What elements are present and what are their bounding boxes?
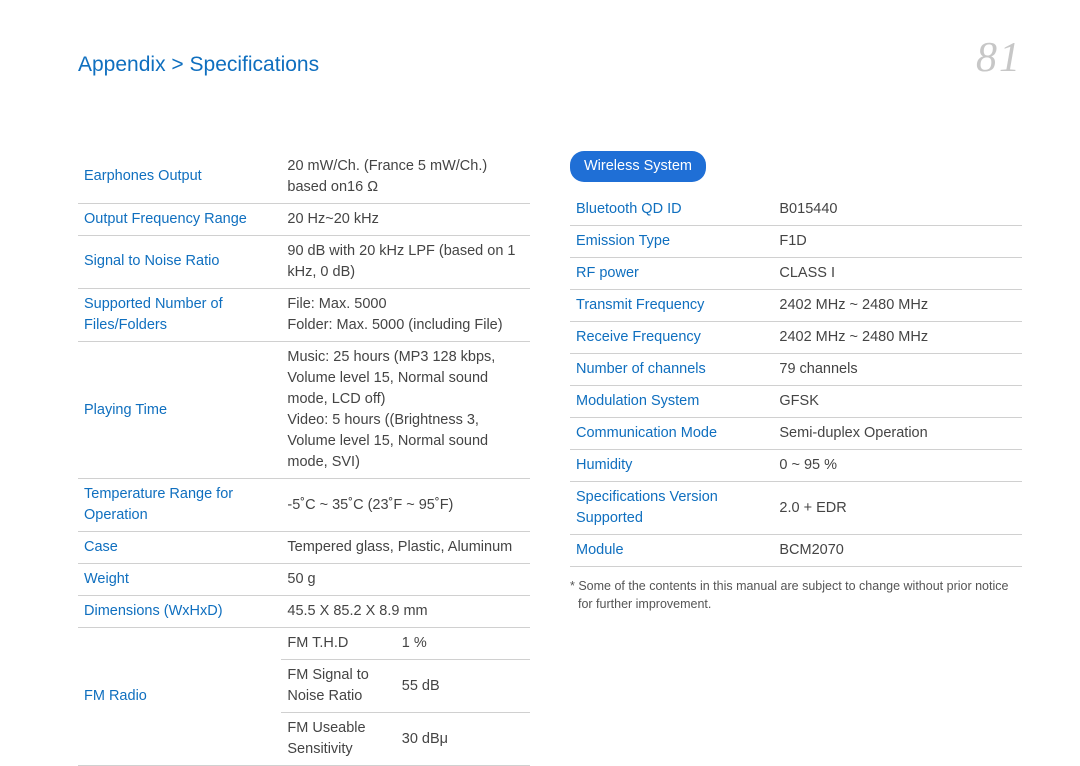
left-column: Earphones Output20 mW/Ch. (France 5 mW/C…: [78, 151, 530, 766]
table-row: Transmit Frequency2402 MHz ~ 2480 MHz: [570, 289, 1022, 321]
table-row: ModuleBCM2070: [570, 535, 1022, 567]
spec-table-left: Earphones Output20 mW/Ch. (France 5 mW/C…: [78, 151, 530, 766]
spec-value: 2402 MHz ~ 2480 MHz: [773, 289, 1022, 321]
section-pill-wireless: Wireless System: [570, 151, 706, 182]
breadcrumb: Appendix > Specifications: [78, 50, 319, 80]
table-row: Modulation SystemGFSK: [570, 386, 1022, 418]
table-row: Communication ModeSemi-duplex Operation: [570, 418, 1022, 450]
table-row: Dimensions (WxHxD)45.5 X 85.2 X 8.9 mm: [78, 596, 530, 628]
spec-label: Dimensions (WxHxD): [78, 596, 281, 628]
table-row: Output Frequency Range20 Hz~20 kHz: [78, 203, 530, 235]
spec-label: Bluetooth QD ID: [570, 194, 773, 226]
spec-value: 45.5 X 85.2 X 8.9 mm: [281, 596, 530, 628]
spec-value: 20 Hz~20 kHz: [281, 203, 530, 235]
fm-subrow: FM Signal to Noise Ratio55 dB: [281, 660, 530, 712]
spec-label: Emission Type: [570, 225, 773, 257]
breadcrumb-sep: >: [171, 53, 183, 76]
spec-value: CLASS I: [773, 257, 1022, 289]
spec-value: B015440: [773, 194, 1022, 226]
table-row: CaseTempered glass, Plastic, Aluminum: [78, 532, 530, 564]
table-row: Emission TypeF1D: [570, 225, 1022, 257]
table-row: Number of channels79 channels: [570, 353, 1022, 385]
table-row: Receive Frequency2402 MHz ~ 2480 MHz: [570, 321, 1022, 353]
spec-value: GFSK: [773, 386, 1022, 418]
table-row: FM Radio FM T.H.D1 %: [78, 628, 530, 660]
breadcrumb-sub: Specifications: [190, 53, 320, 76]
spec-value: Tempered glass, Plastic, Aluminum: [281, 532, 530, 564]
spec-value: 50 g: [281, 564, 530, 596]
table-row: Humidity0 ~ 95 %: [570, 450, 1022, 482]
spec-value: F1D: [773, 225, 1022, 257]
page-header: Appendix > Specifications 81: [78, 28, 1022, 89]
spec-value: -5˚C ~ 35˚C (23˚F ~ 95˚F): [281, 479, 530, 532]
fm-subrow: FM T.H.D1 %: [281, 628, 530, 659]
spec-label: Number of channels: [570, 353, 773, 385]
spec-label: Signal to Noise Ratio: [78, 235, 281, 288]
spec-label: Supported Number of Files/Folders: [78, 288, 281, 341]
table-row: Weight50 g: [78, 564, 530, 596]
spec-label: Case: [78, 532, 281, 564]
table-row: Temperature Range for Operation-5˚C ~ 35…: [78, 479, 530, 532]
spec-label: Weight: [78, 564, 281, 596]
spec-label: Module: [570, 535, 773, 567]
fm-subvalue: 1 %: [396, 628, 530, 659]
spec-label: Communication Mode: [570, 418, 773, 450]
table-row: Earphones Output20 mW/Ch. (France 5 mW/C…: [78, 151, 530, 204]
spec-label: RF power: [570, 257, 773, 289]
spec-table-right: Bluetooth QD IDB015440 Emission TypeF1D …: [570, 194, 1022, 567]
spec-label: Playing Time: [78, 342, 281, 479]
spec-value: Music: 25 hours (MP3 128 kbps, Volume le…: [281, 342, 530, 479]
spec-label: Earphones Output: [78, 151, 281, 204]
table-row: Specifications Version Supported2.0 + ED…: [570, 482, 1022, 535]
spec-value: 79 channels: [773, 353, 1022, 385]
spec-value: BCM2070: [773, 535, 1022, 567]
fm-sublabel: FM Useable Sensitivity: [281, 713, 395, 765]
spec-value: 2.0 + EDR: [773, 482, 1022, 535]
spec-value: 2402 MHz ~ 2480 MHz: [773, 321, 1022, 353]
fm-subvalue: 30 dBμ: [396, 713, 530, 765]
spec-value: Semi-duplex Operation: [773, 418, 1022, 450]
spec-label-fmradio: FM Radio: [78, 628, 281, 766]
spec-label: Humidity: [570, 450, 773, 482]
table-row: Supported Number of Files/FoldersFile: M…: [78, 288, 530, 341]
table-row: RF powerCLASS I: [570, 257, 1022, 289]
breadcrumb-main: Appendix: [78, 53, 166, 76]
spec-label: Output Frequency Range: [78, 203, 281, 235]
right-column: Wireless System Bluetooth QD IDB015440 E…: [570, 151, 1022, 613]
table-row: Signal to Noise Ratio90 dB with 20 kHz L…: [78, 235, 530, 288]
fm-sublabel: FM Signal to Noise Ratio: [281, 660, 395, 712]
fm-subvalue: 55 dB: [396, 660, 530, 712]
spec-label: Receive Frequency: [570, 321, 773, 353]
spec-label: Specifications Version Supported: [570, 482, 773, 535]
page-number: 81: [976, 28, 1022, 89]
spec-value: 20 mW/Ch. (France 5 mW/Ch.) based on16 Ω: [281, 151, 530, 204]
spec-label: Transmit Frequency: [570, 289, 773, 321]
spec-label: Temperature Range for Operation: [78, 479, 281, 532]
spec-value: File: Max. 5000 Folder: Max. 5000 (inclu…: [281, 288, 530, 341]
spec-label: Modulation System: [570, 386, 773, 418]
fm-sublabel: FM T.H.D: [281, 628, 395, 659]
spec-value: 0 ~ 95 %: [773, 450, 1022, 482]
table-row: Playing TimeMusic: 25 hours (MP3 128 kbp…: [78, 342, 530, 479]
content-columns: Earphones Output20 mW/Ch. (France 5 mW/C…: [78, 151, 1022, 766]
spec-value: 90 dB with 20 kHz LPF (based on 1 kHz, 0…: [281, 235, 530, 288]
fm-subrow: FM Useable Sensitivity30 dBμ: [281, 713, 530, 765]
table-row: Bluetooth QD IDB015440: [570, 194, 1022, 226]
footnote: * Some of the contents in this manual ar…: [570, 577, 1022, 613]
